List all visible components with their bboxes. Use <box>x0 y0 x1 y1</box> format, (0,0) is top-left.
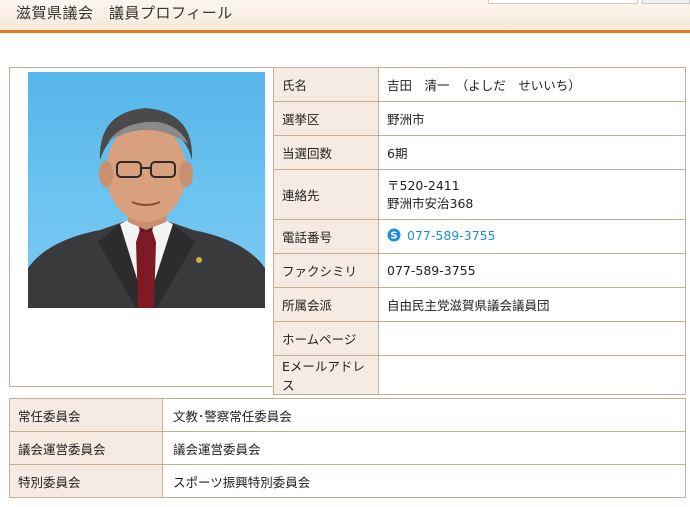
page-header: 滋賀県議会 議員プロフィール <box>0 0 690 33</box>
special-committee-value: スポーツ振興特別委員会 <box>162 464 686 498</box>
contact-label: 連絡先 <box>273 169 379 220</box>
page-title: 滋賀県議会 議員プロフィール <box>16 4 233 22</box>
phone-cell: S 077-589-3755 <box>378 219 686 254</box>
skype-icon: S <box>387 228 401 242</box>
svg-text:S: S <box>390 231 397 242</box>
email-value[interactable] <box>378 355 686 395</box>
terms-label: 当選回数 <box>273 135 379 170</box>
district-value: 野洲市 <box>378 101 686 136</box>
postal-code: 〒520-2411 <box>387 177 460 193</box>
row-phone: 電話番号 S 077-589-3755 <box>273 219 686 254</box>
steering-committee-label: 議会運営委員会 <box>9 431 163 465</box>
email-label: Eメールアドレス <box>273 355 379 395</box>
phone-number: 077-589-3755 <box>407 227 496 243</box>
row-contact: 連絡先 〒520-2411 野洲市安治368 <box>273 169 686 220</box>
faction-value: 自由民主党滋賀県議会議員団 <box>378 287 686 322</box>
phone-link[interactable]: S 077-589-3755 <box>387 228 496 243</box>
member-portrait <box>28 108 265 308</box>
row-email: Eメールアドレス <box>273 355 686 395</box>
committee-row-special: 特別委員会 スポーツ振興特別委員会 <box>9 464 686 498</box>
name-label: 氏名 <box>273 67 379 102</box>
homepage-value[interactable] <box>378 321 686 356</box>
committee-row-standing: 常任委員会 文教･警察常任委員会 <box>9 398 686 432</box>
search-input[interactable] <box>488 0 638 4</box>
standing-committee-value: 文教･警察常任委員会 <box>162 398 686 432</box>
member-photo <box>28 72 265 308</box>
fax-value: 077-589-3755 <box>378 253 686 288</box>
profile-info-table: 氏名 吉田 清一 （よしだ せいいち） 選挙区 野洲市 当選回数 6期 連絡先 … <box>273 67 686 395</box>
committee-row-steering: 議会運営委員会 議会運営委員会 <box>9 431 686 465</box>
phone-label: 電話番号 <box>273 219 379 254</box>
contact-value: 〒520-2411 野洲市安治368 <box>378 169 686 220</box>
homepage-label: ホームページ <box>273 321 379 356</box>
faction-label: 所属会派 <box>273 287 379 322</box>
profile-section: 氏名 吉田 清一 （よしだ せいいち） 選挙区 野洲市 当選回数 6期 連絡先 … <box>9 67 686 395</box>
terms-value: 6期 <box>378 135 686 170</box>
address: 野洲市安治368 <box>387 195 474 211</box>
row-faction: 所属会派 自由民主党滋賀県議会議員団 <box>273 287 686 322</box>
row-homepage: ホームページ <box>273 321 686 356</box>
name-value: 吉田 清一 （よしだ せいいち） <box>378 67 686 102</box>
steering-committee-value: 議会運営委員会 <box>162 431 686 465</box>
search-button[interactable] <box>642 0 690 4</box>
row-district: 選挙区 野洲市 <box>273 101 686 136</box>
district-label: 選挙区 <box>273 101 379 136</box>
row-terms: 当選回数 6期 <box>273 135 686 170</box>
fax-label: ファクシミリ <box>273 253 379 288</box>
committee-table: 常任委員会 文教･警察常任委員会 議会運営委員会 議会運営委員会 特別委員会 ス… <box>9 398 686 498</box>
special-committee-label: 特別委員会 <box>9 464 163 498</box>
row-fax: ファクシミリ 077-589-3755 <box>273 253 686 288</box>
standing-committee-label: 常任委員会 <box>9 398 163 432</box>
row-name: 氏名 吉田 清一 （よしだ せいいち） <box>273 67 686 102</box>
